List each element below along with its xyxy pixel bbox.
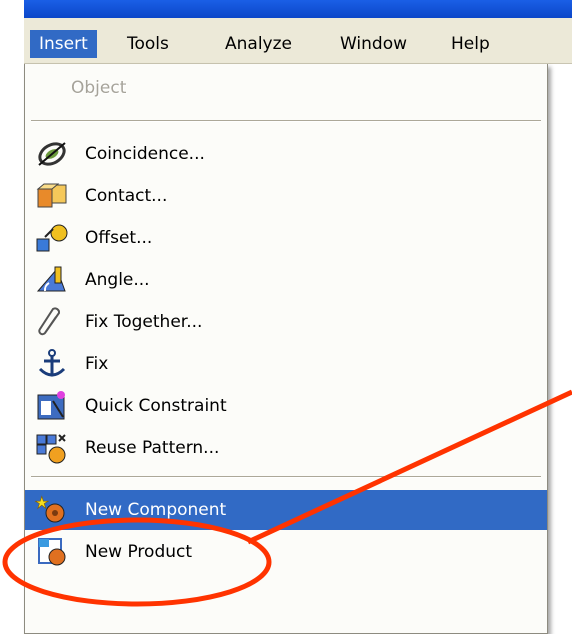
contact-icon <box>36 183 67 208</box>
menu-bar: Insert Tools Analyze Window Help <box>24 18 572 64</box>
menu-insert[interactable]: Insert <box>30 30 97 58</box>
menu-item-label: Coincidence... <box>85 144 205 164</box>
menu-analyze[interactable]: Analyze <box>216 30 301 58</box>
menu-item-coincidence[interactable]: Coincidence... <box>25 134 547 174</box>
menu-item-label: New Component <box>85 500 227 520</box>
paperclip-icon <box>38 307 61 336</box>
menu-item-quick-constraint[interactable]: Quick Constraint <box>25 386 547 426</box>
angle-icon <box>36 266 66 292</box>
menu-item-angle[interactable]: Angle... <box>25 260 547 300</box>
offset-icon <box>36 224 68 252</box>
new-product-icon <box>38 538 66 566</box>
menu-item-fix-together[interactable]: Fix Together... <box>25 302 547 342</box>
anchor-icon <box>38 349 66 377</box>
menu-item-new-component[interactable]: New Component <box>25 490 547 530</box>
menu-item-reuse-pattern[interactable]: Reuse Pattern... <box>25 428 547 468</box>
window-title-bar <box>24 0 572 18</box>
menu-item-label: New Product <box>85 542 193 562</box>
insert-dropdown-menu: Object Coincidence... Contact... Offset.… <box>24 64 548 634</box>
new-component-icon <box>35 495 65 523</box>
menu-item-label: Quick Constraint <box>85 396 227 416</box>
menu-item-contact[interactable]: Contact... <box>25 176 547 216</box>
menu-separator <box>31 476 541 478</box>
menu-item-label: Offset... <box>85 228 153 248</box>
menu-tools[interactable]: Tools <box>118 30 178 58</box>
menu-item-offset[interactable]: Offset... <box>25 218 547 258</box>
menu-help[interactable]: Help <box>442 30 499 58</box>
quick-constraint-icon <box>37 391 65 420</box>
menu-item-new-product[interactable]: New Product <box>25 532 547 572</box>
menu-item-fix[interactable]: Fix <box>25 344 547 384</box>
background-strip <box>548 64 572 634</box>
menu-window[interactable]: Window <box>331 30 416 58</box>
menu-item-label: Angle... <box>85 270 150 290</box>
menu-item-label: Fix Together... <box>85 312 203 332</box>
menu-separator <box>31 120 541 122</box>
menu-item-label: Reuse Pattern... <box>85 438 220 458</box>
menu-item-object: Object <box>25 68 547 108</box>
reuse-pattern-icon <box>36 434 66 464</box>
menu-item-label: Fix <box>85 354 109 374</box>
coincidence-icon <box>38 142 66 166</box>
menu-item-label: Object <box>71 78 127 98</box>
menu-item-label: Contact... <box>85 186 168 206</box>
